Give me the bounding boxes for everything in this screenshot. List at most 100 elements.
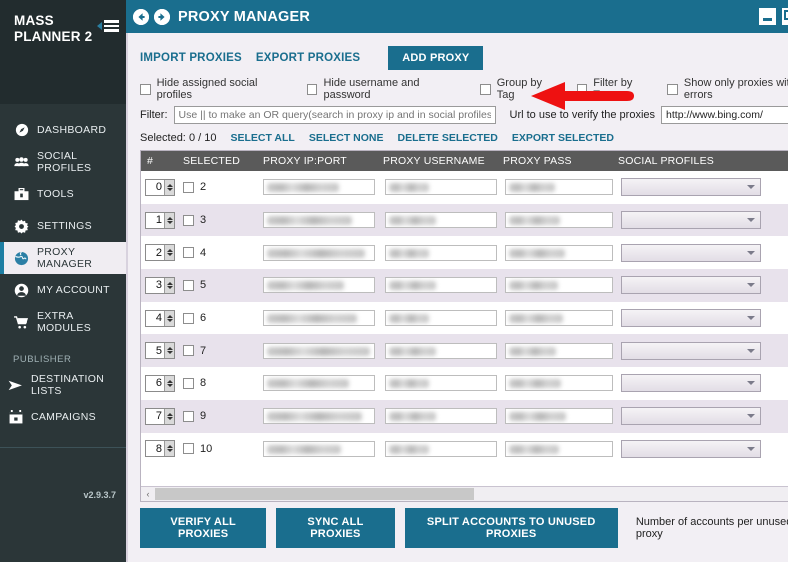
row-select-checkbox[interactable]	[183, 247, 194, 259]
row-order-stepper[interactable]: 3	[145, 276, 175, 294]
proxy-ip-port-field[interactable]	[263, 342, 375, 359]
export-selected-button[interactable]: EXPORT SELECTED	[512, 132, 614, 144]
stepper-arrows-icon[interactable]	[164, 441, 174, 457]
proxy-pass-field[interactable]	[505, 310, 613, 327]
stepper-arrows-icon[interactable]	[164, 310, 174, 326]
social-profiles-dropdown[interactable]	[621, 439, 761, 458]
table-row[interactable]: 02	[141, 171, 788, 204]
social-profiles-dropdown[interactable]	[621, 243, 761, 262]
table-horizontal-scrollbar[interactable]: ‹ ›	[141, 486, 788, 501]
back-arrow-circle-icon[interactable]	[133, 8, 149, 25]
table-row[interactable]: 35	[141, 269, 788, 302]
stepper-arrows-icon[interactable]	[164, 212, 174, 228]
social-profiles-dropdown[interactable]	[621, 407, 761, 426]
proxy-pass-field[interactable]	[505, 408, 613, 425]
sidebar-item-extra-modules[interactable]: EXTRA MODULES	[0, 306, 126, 338]
horizontal-scroll-track[interactable]	[155, 487, 788, 502]
stepper-arrows-icon[interactable]	[164, 375, 174, 391]
restore-icon[interactable]	[782, 8, 788, 25]
row-order-stepper[interactable]: 2	[145, 244, 175, 262]
proxy-pass-field[interactable]	[505, 277, 613, 294]
proxy-username-field[interactable]	[385, 375, 497, 392]
row-order-stepper[interactable]: 7	[145, 407, 175, 425]
minimize-icon[interactable]	[759, 8, 777, 25]
social-profiles-dropdown[interactable]	[621, 374, 761, 393]
row-order-stepper[interactable]: 8	[145, 440, 175, 458]
proxy-ip-port-field[interactable]	[263, 277, 375, 294]
row-order-stepper[interactable]: 6	[145, 374, 175, 392]
horizontal-scroll-thumb[interactable]	[155, 487, 474, 500]
table-row[interactable]: 13	[141, 203, 788, 237]
sidebar-item-dashboard[interactable]: DASHBOARD	[0, 114, 126, 146]
proxy-ip-port-field[interactable]	[263, 408, 375, 425]
sidebar-item-settings[interactable]: SETTINGS	[0, 210, 126, 242]
proxy-username-field[interactable]	[385, 212, 497, 229]
row-select-checkbox[interactable]	[183, 443, 194, 455]
sidebar-item-tools[interactable]: TOOLS	[0, 178, 126, 210]
proxy-ip-port-field[interactable]	[263, 212, 375, 229]
proxy-pass-field[interactable]	[505, 375, 613, 392]
filter-input[interactable]	[173, 106, 496, 124]
proxy-ip-port-field[interactable]	[263, 310, 375, 327]
proxy-username-field[interactable]	[385, 342, 497, 359]
checkbox-hide-username-and-password[interactable]: Hide username and password	[306, 77, 463, 101]
proxy-username-field[interactable]	[385, 440, 497, 457]
export-proxies-button[interactable]: EXPORT PROXIES	[256, 52, 360, 64]
proxy-username-field[interactable]	[385, 244, 497, 261]
proxy-username-field[interactable]	[385, 277, 497, 294]
row-order-stepper[interactable]: 4	[145, 309, 175, 327]
table-row[interactable]: 24	[141, 236, 788, 270]
proxy-pass-field[interactable]	[505, 440, 613, 457]
proxy-username-field[interactable]	[385, 408, 497, 425]
sidebar-item-proxy-manager[interactable]: PROXY MANAGER	[0, 242, 126, 274]
hamburger-icon[interactable]	[97, 18, 119, 34]
proxy-ip-port-field[interactable]	[263, 244, 375, 261]
row-select-checkbox[interactable]	[183, 377, 194, 389]
forward-arrow-circle-icon[interactable]	[154, 8, 170, 25]
proxy-username-field[interactable]	[385, 179, 497, 196]
checkbox-hide-assigned-social-profiles[interactable]: Hide assigned social profiles	[140, 77, 290, 101]
sync-all-proxies-button[interactable]: SYNC ALL PROXIES	[276, 508, 395, 548]
stepper-arrows-icon[interactable]	[164, 343, 174, 359]
delete-selected-button[interactable]: DELETE SELECTED	[398, 132, 498, 144]
stepper-arrows-icon[interactable]	[164, 277, 174, 293]
split-accounts-button[interactable]: SPLIT ACCOUNTS TO UNUSED PROXIES	[404, 508, 618, 548]
add-proxy-button[interactable]: ADD PROXY	[388, 46, 484, 70]
row-select-checkbox[interactable]	[183, 410, 194, 422]
row-select-checkbox[interactable]	[183, 345, 194, 357]
import-proxies-button[interactable]: IMPORT PROXIES	[140, 52, 242, 64]
row-select-checkbox[interactable]	[183, 181, 194, 193]
row-order-stepper[interactable]: 1	[145, 211, 175, 229]
proxy-pass-field[interactable]	[505, 244, 613, 261]
checkbox-group-by-tag[interactable]: Group by Tag	[480, 77, 559, 101]
proxy-username-field[interactable]	[385, 310, 497, 327]
social-profiles-dropdown[interactable]	[621, 178, 761, 197]
sidebar-item-destination-lists[interactable]: DESTINATION LISTS	[0, 369, 126, 401]
verify-url-input[interactable]	[661, 106, 788, 124]
stepper-arrows-icon[interactable]	[164, 179, 174, 195]
social-profiles-dropdown[interactable]	[621, 309, 761, 328]
select-all-button[interactable]: SELECT ALL	[230, 132, 294, 144]
social-profiles-dropdown[interactable]	[621, 211, 761, 230]
proxy-ip-port-field[interactable]	[263, 440, 375, 457]
table-row[interactable]: 68	[141, 367, 788, 400]
sidebar-item-campaigns[interactable]: CAMPAIGNS	[0, 401, 126, 433]
verify-all-proxies-button[interactable]: VERIFY ALL PROXIES	[140, 508, 267, 548]
row-select-checkbox[interactable]	[183, 279, 194, 291]
proxy-ip-port-field[interactable]	[263, 375, 375, 392]
chevron-left-icon[interactable]: ‹	[141, 489, 155, 499]
proxy-pass-field[interactable]	[505, 179, 613, 196]
row-select-checkbox[interactable]	[183, 312, 194, 324]
social-profiles-dropdown[interactable]	[621, 341, 761, 360]
row-order-stepper[interactable]: 0	[145, 178, 175, 196]
table-row[interactable]: 8 10	[141, 432, 788, 466]
proxy-pass-field[interactable]	[505, 212, 613, 229]
proxy-ip-port-field[interactable]	[263, 179, 375, 196]
stepper-arrows-icon[interactable]	[164, 245, 174, 261]
checkbox-filter-by-tag[interactable]: Filter by Tag	[576, 77, 650, 101]
table-row[interactable]: 57	[141, 334, 788, 368]
sidebar-item-social-profiles[interactable]: SOCIAL PROFILES	[0, 146, 126, 178]
checkbox-show-only-proxies-with-errors[interactable]: Show only proxies with errors	[667, 77, 788, 101]
table-row[interactable]: 79	[141, 399, 788, 433]
social-profiles-dropdown[interactable]	[621, 276, 761, 295]
